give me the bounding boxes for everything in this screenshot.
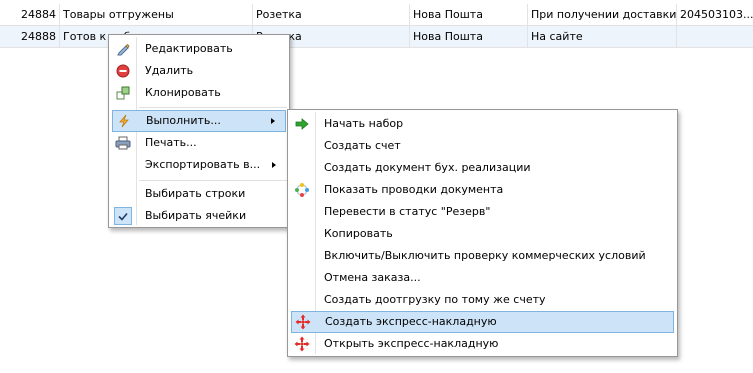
menu-item-select-rows[interactable]: Выбирать строки xyxy=(112,183,286,205)
submenu-item-toggle-commercial-check[interactable]: Включить/Выключить проверку коммерческих… xyxy=(291,245,674,267)
cell-shipping[interactable]: Нова Пошта xyxy=(410,26,528,47)
menu-item-label: Клонировать xyxy=(145,86,221,99)
menu-item-label: Выбирать ячейки xyxy=(145,209,247,222)
clone-icon xyxy=(114,84,132,102)
execute-submenu: Начать набор Создать счет Создать докуме… xyxy=(287,109,678,357)
cell-waybill[interactable] xyxy=(677,26,753,47)
menu-item-label: Создать экспресс-накладную xyxy=(325,315,497,328)
cell-payment[interactable]: При получении доставки xyxy=(528,4,677,25)
menu-separator xyxy=(139,180,287,182)
nova-poshta-icon xyxy=(293,335,311,353)
menu-item-export[interactable]: Экспортировать в... xyxy=(112,154,286,176)
menu-item-label: Отмена заказа... xyxy=(324,271,421,284)
menu-item-label: Редактировать xyxy=(145,42,233,55)
cell-status[interactable]: Товары отгружены xyxy=(60,4,253,25)
menu-item-label: Включить/Выключить проверку коммерческих… xyxy=(324,249,646,262)
menu-item-print[interactable]: Печать... xyxy=(112,132,286,154)
delete-icon xyxy=(114,62,132,80)
menu-item-label: Выбирать строки xyxy=(145,187,246,200)
menu-item-label: Экспортировать в... xyxy=(145,158,261,171)
menu-item-label: Создать доотгрузку по тому же счету xyxy=(324,293,546,306)
menu-item-label: Удалить xyxy=(145,64,194,77)
context-menu: Редактировать Удалить Клонировать Выполн… xyxy=(108,34,290,228)
table-row[interactable]: 24884 Товары отгружены Розетка Нова Пошт… xyxy=(0,4,753,26)
menu-item-clone[interactable]: Клонировать xyxy=(112,82,286,104)
submenu-arrow-icon xyxy=(272,162,276,168)
cell-shipping[interactable]: Нова Пошта xyxy=(410,4,528,25)
submenu-arrow-icon xyxy=(271,118,275,124)
submenu-item-create-invoice[interactable]: Создать счет xyxy=(291,135,674,157)
menu-item-label: Печать... xyxy=(145,136,197,149)
menu-item-select-cells[interactable]: Выбирать ячейки xyxy=(112,205,286,227)
cell-order-id[interactable]: 24888 xyxy=(0,26,60,47)
submenu-item-show-transactions[interactable]: Показать проводки документа xyxy=(291,179,674,201)
menu-separator xyxy=(139,107,287,109)
printer-icon xyxy=(114,134,132,152)
menu-item-label: Показать проводки документа xyxy=(324,183,504,196)
menu-item-label: Открыть экспресс-накладную xyxy=(324,337,499,350)
submenu-item-open-express-waybill[interactable]: Открыть экспресс-накладную xyxy=(291,333,674,355)
submenu-item-set-reserve-status[interactable]: Перевести в статус "Резерв" xyxy=(291,201,674,223)
submenu-item-start-picking[interactable]: Начать набор xyxy=(291,113,674,135)
cell-waybill[interactable]: 204503103... xyxy=(677,4,753,25)
transactions-icon xyxy=(293,181,311,199)
pencil-icon xyxy=(114,40,132,58)
submenu-item-cancel-order[interactable]: Отмена заказа... xyxy=(291,267,674,289)
nova-poshta-icon xyxy=(294,313,312,331)
submenu-item-create-sales-doc[interactable]: Создать документ бух. реализации xyxy=(291,157,674,179)
menu-item-delete[interactable]: Удалить xyxy=(112,60,286,82)
submenu-item-create-additional-shipment[interactable]: Создать доотгрузку по тому же счету xyxy=(291,289,674,311)
menu-item-label: Выполнить... xyxy=(146,114,221,127)
menu-item-execute[interactable]: Выполнить... xyxy=(112,110,286,132)
menu-item-edit[interactable]: Редактировать xyxy=(112,38,286,60)
green-arrow-icon xyxy=(293,115,311,133)
menu-item-label: Копировать xyxy=(324,227,393,240)
menu-item-label: Перевести в статус "Резерв" xyxy=(324,205,491,218)
checkmark-icon xyxy=(114,207,132,225)
menu-item-label: Создать счет xyxy=(324,139,401,152)
menu-item-label: Создать документ бух. реализации xyxy=(324,161,531,174)
submenu-item-copy[interactable]: Копировать xyxy=(291,223,674,245)
submenu-item-create-express-waybill[interactable]: Создать экспресс-накладную xyxy=(291,311,674,333)
cell-source[interactable]: Розетка xyxy=(253,4,410,25)
menu-item-label: Начать набор xyxy=(324,117,404,130)
cell-order-id[interactable]: 24884 xyxy=(0,4,60,25)
lightning-icon xyxy=(115,112,133,130)
cell-payment[interactable]: На сайте xyxy=(528,26,677,47)
